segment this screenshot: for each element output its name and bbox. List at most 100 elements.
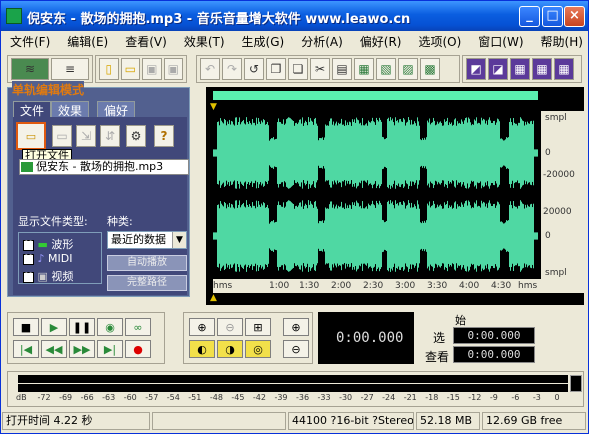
waveform-sample xyxy=(224,118,225,188)
open-file-button[interactable]: ▭ xyxy=(16,122,46,150)
grid3-view-icon[interactable]: ▦ xyxy=(554,58,574,80)
zoom-full-icon[interactable]: ⊞ xyxy=(245,318,271,336)
pause-icon[interactable]: ❚❚ xyxy=(69,318,95,336)
undo-icon[interactable]: ↶ xyxy=(200,58,220,80)
auto-play-button[interactable]: 自动播放 xyxy=(107,255,187,271)
video-checkbox[interactable]: X ▣ 视频 xyxy=(23,268,73,284)
cut-icon[interactable]: ✂ xyxy=(310,58,330,80)
waveform-sample xyxy=(409,120,410,186)
menu-options[interactable]: 选项(O) xyxy=(409,33,469,50)
open-icon[interactable]: ▭ xyxy=(120,58,140,80)
loop-icon[interactable]: ∞ xyxy=(125,318,151,336)
waveform-sample xyxy=(401,204,402,268)
waveform-sample xyxy=(389,121,390,185)
waveform-sample xyxy=(310,118,311,188)
rewind-icon[interactable]: ◀◀ xyxy=(41,340,67,358)
tab-file[interactable]: 文件 xyxy=(13,101,52,118)
midi-checkbox[interactable]: X ♪ MIDI xyxy=(23,252,72,265)
tab-prefs[interactable]: 偏好 xyxy=(97,101,136,118)
waveform-sample xyxy=(386,138,387,168)
menu-window[interactable]: 窗口(W) xyxy=(469,33,531,50)
play-icon[interactable]: ▶ xyxy=(41,318,67,336)
waveform-sample xyxy=(275,139,276,167)
menu-file[interactable]: 文件(F) xyxy=(1,33,58,50)
waveform-sample xyxy=(424,137,425,169)
spectral-view-icon[interactable]: ◩ xyxy=(466,58,486,80)
zoom-selection-icon[interactable]: ◎ xyxy=(245,340,271,358)
go-start-icon[interactable]: |◀ xyxy=(13,340,39,358)
menu-edit[interactable]: 编辑(E) xyxy=(58,33,116,50)
zoom-in-vertical-icon[interactable]: ⊕ xyxy=(283,318,309,336)
meter-tick-label: -3 xyxy=(532,393,541,402)
waveform-sample xyxy=(510,118,511,188)
waveform-view-icon[interactable]: ◪ xyxy=(488,58,508,80)
trim-icon[interactable]: ▧ xyxy=(376,58,396,80)
help-icon[interactable]: ? xyxy=(154,125,174,147)
waveform-sample xyxy=(426,220,427,252)
import-icon[interactable]: ⇲ xyxy=(76,125,96,147)
waveform-sample xyxy=(381,204,382,268)
menu-prefs[interactable]: 偏好(R) xyxy=(351,33,410,50)
close-button[interactable]: × xyxy=(564,6,585,27)
meter-tick-label: -15 xyxy=(446,393,460,402)
waveform-sample xyxy=(440,204,441,268)
waveform-display[interactable] xyxy=(213,111,538,279)
menu-help[interactable]: 帮助(H) xyxy=(532,33,588,50)
save-as-icon[interactable]: ▣ xyxy=(163,58,183,80)
maximize-button[interactable]: □ xyxy=(542,6,563,27)
play-to-end-icon[interactable]: ◉ xyxy=(97,318,123,336)
close-file-icon[interactable]: ▭ xyxy=(52,125,72,147)
overview-bar[interactable] xyxy=(213,91,538,100)
kind-dropdown[interactable]: 最近的数据 ▼ xyxy=(107,231,187,249)
grid2-view-icon[interactable]: ▦ xyxy=(532,58,552,80)
menu-view[interactable]: 查看(V) xyxy=(116,33,175,50)
record-icon[interactable]: ● xyxy=(125,340,151,358)
repeat-icon[interactable]: ↺ xyxy=(244,58,264,80)
go-end-icon[interactable]: ▶| xyxy=(97,340,123,358)
waveform-sample xyxy=(213,149,214,157)
selection-start-field[interactable]: 0:00.000 xyxy=(453,327,535,344)
file-list-item[interactable]: 倪安东 - 散场的拥抱.mp3 xyxy=(19,159,189,175)
waveform-checkbox[interactable]: X ▬ 波形 xyxy=(23,236,73,252)
select-all-icon[interactable]: ▩ xyxy=(420,58,440,80)
copy-icon[interactable]: ❐ xyxy=(266,58,286,80)
minimize-button[interactable]: _ xyxy=(519,6,540,27)
waveform-sample xyxy=(335,123,336,183)
copy-new-icon[interactable]: ❏ xyxy=(288,58,308,80)
waveform-sample xyxy=(391,203,392,269)
redo-icon[interactable]: ↷ xyxy=(222,58,242,80)
zoom-out-icon[interactable]: ⊖ xyxy=(217,318,243,336)
waveform-sample xyxy=(321,221,322,251)
menu-effects[interactable]: 效果(T) xyxy=(175,33,233,50)
multitrack-mode-icon[interactable]: ≡ xyxy=(51,58,89,80)
waveform-sample xyxy=(423,222,424,250)
waveform-sample xyxy=(480,207,481,265)
new-icon[interactable]: ▯ xyxy=(99,58,119,80)
zoom-left-icon[interactable]: ◐ xyxy=(189,340,215,358)
waveform-sample xyxy=(234,208,235,264)
view-start-field[interactable]: 0:00.000 xyxy=(453,346,535,363)
full-path-button[interactable]: 完整路径 xyxy=(107,275,187,291)
save-icon[interactable]: ▣ xyxy=(142,58,162,80)
stop-icon[interactable]: ■ xyxy=(13,318,39,336)
grid-view-icon[interactable]: ▦ xyxy=(510,58,530,80)
waveform-sample xyxy=(264,203,265,269)
zoom-right-icon[interactable]: ◑ xyxy=(217,340,243,358)
menu-generate[interactable]: 生成(G) xyxy=(233,33,293,50)
extract-icon[interactable]: ⚙ xyxy=(126,125,146,147)
waveform-sample xyxy=(477,206,478,266)
menu-analyze[interactable]: 分析(A) xyxy=(292,33,351,50)
insert-icon[interactable]: ⇵ xyxy=(100,125,120,147)
waveform-sample xyxy=(248,206,249,266)
file-toolbar: ▯ ▭ ▣ ▣ xyxy=(95,55,187,83)
mix-paste-icon[interactable]: ▦ xyxy=(354,58,374,80)
silence-icon[interactable]: ▨ xyxy=(398,58,418,80)
waveform-sample xyxy=(485,206,486,266)
zoom-out-vertical-icon[interactable]: ⊖ xyxy=(283,340,309,358)
tab-effects[interactable]: 效果 xyxy=(51,101,90,118)
waveform-sample xyxy=(378,121,379,185)
zoom-in-icon[interactable]: ⊕ xyxy=(189,318,215,336)
forward-icon[interactable]: ▶▶ xyxy=(69,340,95,358)
paste-icon[interactable]: ▤ xyxy=(332,58,352,80)
waveform-mode-icon[interactable]: ≋ xyxy=(11,58,49,80)
